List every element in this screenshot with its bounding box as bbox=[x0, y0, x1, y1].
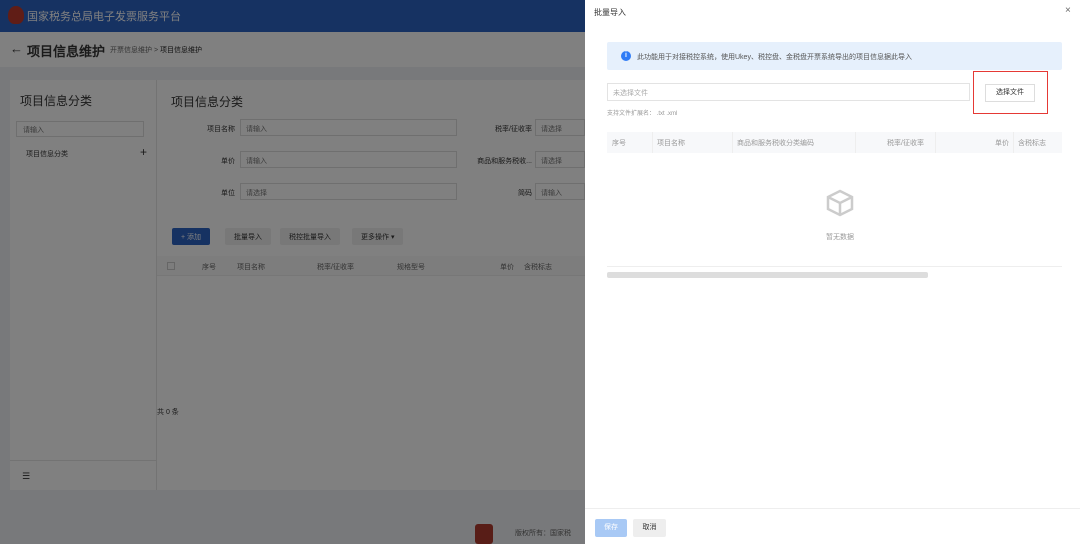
import-table-header: 序号 项目名称 商品和服务税收分类编码 税率/征收率 单价 含税标志 bbox=[607, 132, 1062, 153]
emblem-logo-icon bbox=[8, 6, 24, 24]
horizontal-scrollbar[interactable] bbox=[607, 272, 928, 278]
category-search-input[interactable]: 请输入 bbox=[16, 121, 144, 137]
filter-label: 商品和服务税收... bbox=[477, 158, 532, 165]
breadcrumb-current: 项目信息维护 bbox=[160, 47, 202, 54]
batch-import-button[interactable]: 批量导入 bbox=[225, 228, 271, 245]
back-arrow-icon[interactable]: ← bbox=[10, 41, 23, 56]
column-header: 序号 bbox=[202, 264, 216, 271]
breadcrumb-parent[interactable]: 开票信息维护 bbox=[110, 47, 152, 54]
panel-footer: ☰ bbox=[10, 460, 157, 490]
column-header: 项目名称 bbox=[657, 140, 685, 147]
filter-label: 单价 bbox=[221, 158, 235, 165]
column-header: 序号 bbox=[612, 140, 626, 147]
column-header: 含税标志 bbox=[1018, 140, 1046, 147]
column-header: 项目名称 bbox=[237, 264, 265, 271]
price-input[interactable]: 请输入 bbox=[240, 151, 457, 168]
column-header: 含税标志 bbox=[524, 264, 552, 271]
choose-file-button[interactable]: 选择文件 bbox=[985, 84, 1035, 102]
footer-emblem-icon bbox=[475, 524, 493, 544]
more-actions-button[interactable]: 更多操作 ▾ bbox=[352, 228, 404, 245]
drawer-footer: 保存 取消 bbox=[585, 508, 1080, 544]
divider bbox=[607, 266, 1062, 267]
breadcrumb: 开票信息维护 > 项目信息维护 bbox=[110, 45, 202, 55]
filter-label: 单位 bbox=[221, 190, 235, 197]
info-icon: i bbox=[621, 51, 631, 61]
main-panel: 项目信息分类 项目名称 请输入 单价 请输入 单位 请选择 税率/征收率 请选择… bbox=[157, 80, 587, 490]
info-alert: i 此功能用于对接税控系统，使用Ukey、税控盘、金税盘开票系统导出的项目信息据… bbox=[607, 42, 1062, 70]
category-heading: 项目信息分类 bbox=[20, 94, 93, 108]
column-header: 税率/征收率 bbox=[317, 264, 354, 271]
filter-label: 项目名称 bbox=[207, 126, 235, 133]
category-panel: 项目信息分类 请输入 项目信息分类 + ☰ bbox=[10, 80, 157, 490]
project-name-input[interactable]: 请输入 bbox=[240, 119, 457, 136]
unit-select[interactable]: 请选择 bbox=[240, 183, 457, 200]
breadcrumb-separator: > bbox=[153, 47, 159, 54]
filter-label: 税率/征收率 bbox=[495, 126, 532, 133]
tax-code-select[interactable]: 请选择 bbox=[535, 151, 585, 168]
total-count: 共 0 条 bbox=[157, 409, 179, 416]
page-title: 项目信息维护 bbox=[27, 44, 106, 59]
short-code-input[interactable]: 请输入 bbox=[535, 183, 585, 200]
tax-rate-select[interactable]: 请选择 bbox=[535, 119, 585, 136]
page-footer: 版权所有：国家税 bbox=[470, 520, 590, 544]
main-heading: 项目信息分类 bbox=[171, 95, 244, 109]
tax-batch-import-button[interactable]: 税控批量导入 bbox=[280, 228, 340, 245]
alert-text: 此功能用于对接税控系统，使用Ukey、税控盘、金税盘开票系统导出的项目信息据此导… bbox=[637, 54, 912, 61]
file-path-input[interactable]: 未选择文件 bbox=[607, 83, 970, 101]
column-header: 单价 bbox=[995, 140, 1009, 147]
add-category-icon[interactable]: + bbox=[140, 145, 147, 159]
file-extension-hint: 支持文件扩展名： .txt .xml bbox=[607, 111, 678, 117]
column-header: 商品和服务税收分类编码 bbox=[737, 140, 814, 147]
column-header: 规格型号 bbox=[397, 264, 425, 271]
select-all-checkbox[interactable] bbox=[167, 262, 175, 270]
table-header: 序号 项目名称 税率/征收率 规格型号 单价 含税标志 bbox=[157, 256, 587, 276]
close-icon[interactable]: × bbox=[1065, 5, 1071, 16]
collapse-icon[interactable]: ☰ bbox=[22, 471, 30, 482]
empty-text: 暂无数据 bbox=[826, 234, 854, 241]
empty-box-icon bbox=[826, 189, 854, 217]
batch-import-drawer: 批量导入 × i 此功能用于对接税控系统，使用Ukey、税控盘、金税盘开票系统导… bbox=[585, 0, 1080, 544]
column-header: 税率/征收率 bbox=[887, 140, 924, 147]
platform-title: 国家税务总局电子发票服务平台 bbox=[27, 11, 181, 23]
drawer-title: 批量导入 bbox=[594, 8, 626, 17]
copyright-text: 版权所有：国家税 bbox=[515, 530, 571, 537]
filter-label: 简码 bbox=[518, 190, 532, 197]
save-button[interactable]: 保存 bbox=[595, 519, 627, 537]
category-item[interactable]: 项目信息分类 bbox=[26, 149, 68, 159]
add-button[interactable]: + 添加 bbox=[172, 228, 211, 245]
cancel-button[interactable]: 取消 bbox=[633, 519, 666, 537]
column-header: 单价 bbox=[500, 264, 514, 271]
